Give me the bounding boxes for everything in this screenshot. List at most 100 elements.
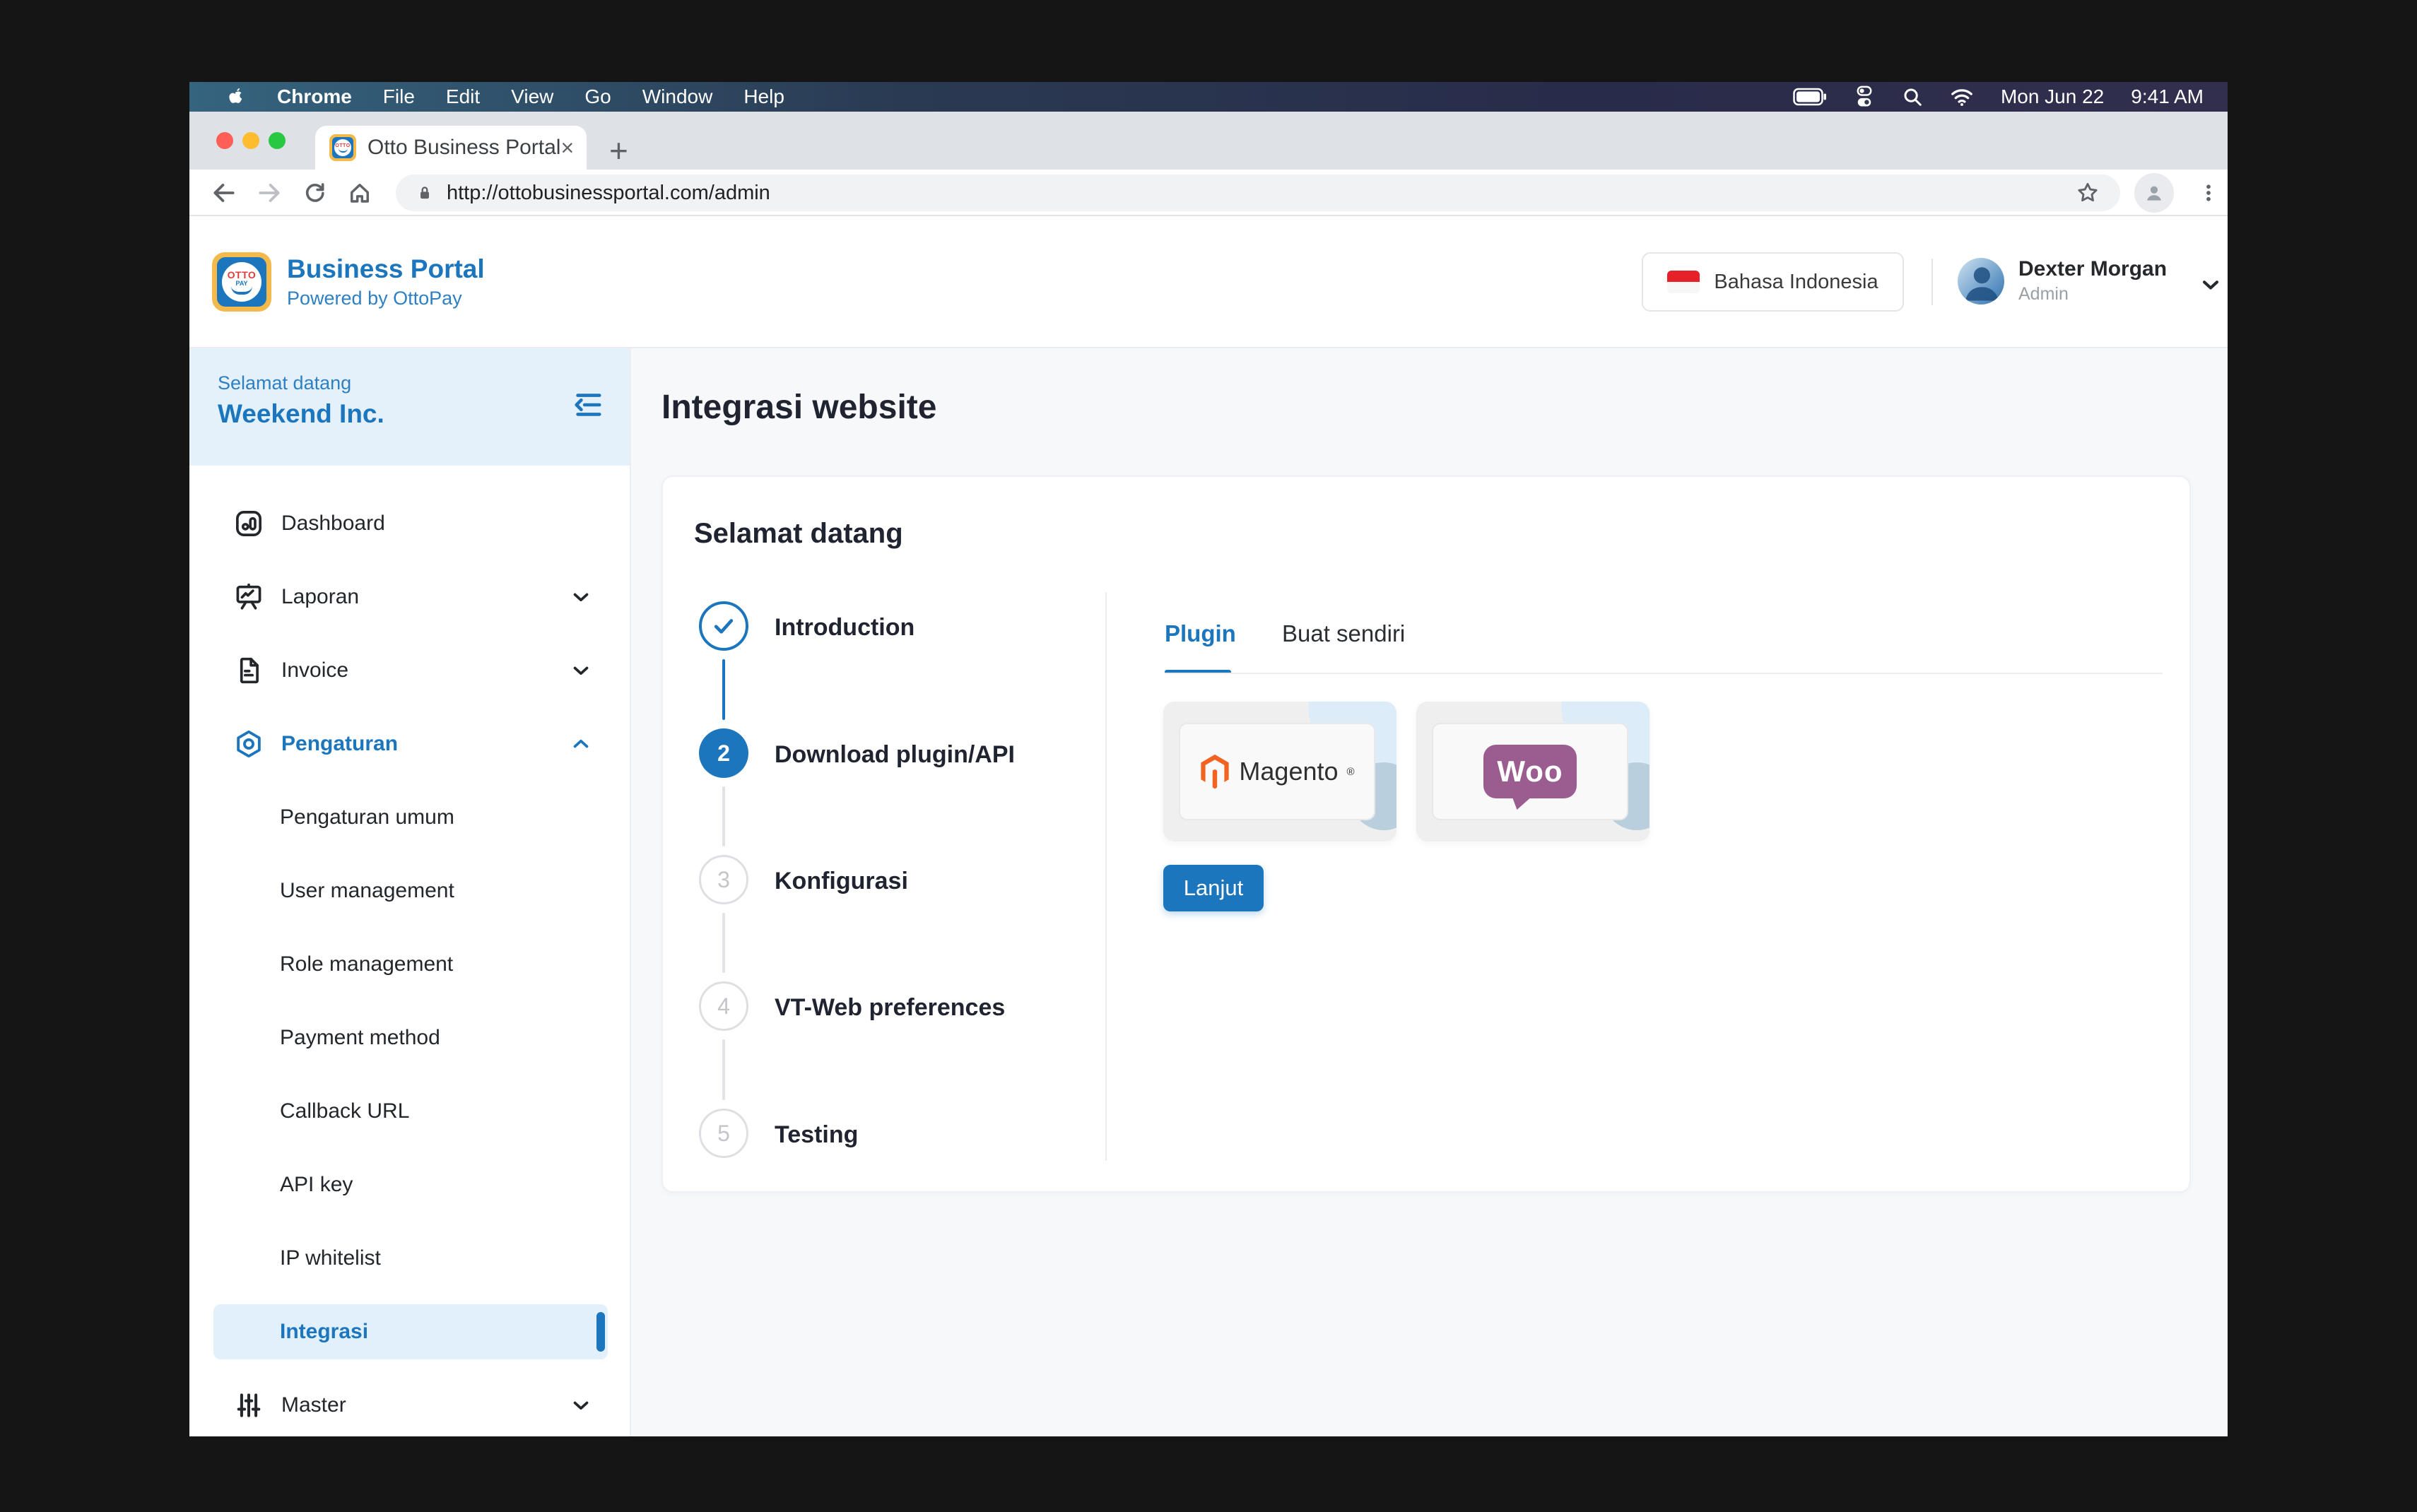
menubar-clock[interactable]: 9:41 AM [2131,85,2204,108]
menubar-date[interactable]: Mon Jun 22 [2001,85,2104,108]
browser-profile-icon[interactable] [2134,173,2174,213]
logo-smile-shape [231,286,252,295]
brand-title: Business Portal [287,254,485,284]
user-name: Dexter Morgan [2018,257,2167,281]
step-5-label[interactable]: Testing [775,1121,858,1149]
home-button[interactable] [345,178,375,208]
step-4-indicator: 4 [699,981,748,1031]
url-omnibox[interactable]: http://ottobusinessportal.com/admin [396,175,2120,211]
woo-label: Woo [1497,755,1563,789]
continue-button[interactable]: Lanjut [1163,865,1264,911]
menubar-item-help[interactable]: Help [743,85,784,108]
browser-menu-icon[interactable] [2194,178,2223,208]
chevron-down-icon [569,658,593,683]
sidebar-subitem-label: API key [280,1173,353,1197]
step-1-label[interactable]: Introduction [775,613,915,642]
sliders-icon [233,1390,264,1421]
magento-logo-icon [1199,754,1230,789]
sidebar-item-integrasi[interactable]: Integrasi [189,1295,630,1369]
sidebar-item-api-key[interactable]: API key [189,1148,630,1222]
indonesia-flag-icon [1667,271,1700,293]
ottopay-logo: OTTO PAY [212,252,271,312]
plugin-option-woocommerce[interactable]: Woo [1416,702,1649,841]
tab-close-icon[interactable]: × [560,136,574,159]
page-title: Integrasi website [661,388,936,427]
window-minimize-button[interactable] [242,132,259,149]
bookmark-star-icon[interactable] [2075,180,2100,206]
sidebar-item-invoice[interactable]: Invoice [189,634,630,707]
woo-logo-tail [1512,796,1533,810]
plugin-option-magento[interactable]: Magento® [1163,702,1396,841]
sidebar-item-payment-method[interactable]: Payment method [189,1001,630,1075]
ottopay-favicon: OTTO [329,134,356,161]
tab-buat-sendiri[interactable]: Buat sendiri [1282,620,1405,647]
step-2-indicator: 2 [699,728,748,778]
sidebar-item-label: Invoice [281,658,348,683]
toggles-icon[interactable] [1854,85,1875,108]
spotlight-search-icon[interactable] [1902,86,1923,107]
back-button[interactable] [209,178,239,208]
sidebar-subitem-label: Role management [280,952,453,976]
window-close-button[interactable] [216,132,233,149]
browser-tab[interactable]: OTTO Otto Business Portal × [315,126,587,170]
check-icon [710,612,738,640]
user-menu[interactable]: Dexter Morgan Admin [1958,257,2223,305]
sidebar-item-label: Laporan [281,585,359,609]
sidebar-item-label: Pengaturan [281,732,398,756]
language-selector-button[interactable]: Bahasa Indonesia [1642,252,1904,312]
step-4-label[interactable]: VT-Web preferences [775,993,1005,1022]
chevron-up-icon [569,732,593,756]
sidebar-item-laporan[interactable]: Laporan [189,560,630,634]
sidebar-subitem-label: Integrasi [280,1320,368,1344]
step-connector [722,1039,725,1100]
step-number: 5 [717,1121,730,1147]
welcome-label: Selamat datang [218,372,630,394]
main-content: Integrasi website Selamat datang Introdu… [631,348,2228,1436]
brand: OTTO PAY Business Portal Powered by Otto… [212,252,485,312]
active-item-indicator [596,1312,605,1352]
step-3-label[interactable]: Konfigurasi [775,867,908,895]
collapse-sidebar-button[interactable] [570,388,604,422]
step-number: 4 [717,993,730,1020]
app-header: OTTO PAY Business Portal Powered by Otto… [189,216,2228,348]
sidebar-item-role-management[interactable]: Role management [189,928,630,1001]
company-name: Weekend Inc. [218,399,630,429]
menubar-item-edit[interactable]: Edit [446,85,480,108]
menubar-item-view[interactable]: View [511,85,553,108]
sidebar-item-dashboard[interactable]: Dashboard [189,487,630,560]
step-connector [722,659,725,720]
menubar-item-file[interactable]: File [383,85,415,108]
step-number: 2 [717,740,730,767]
screen: Chrome File Edit View Go Window Help [189,82,2228,1436]
step-connector [722,786,725,846]
apple-icon[interactable] [225,86,246,107]
sidebar-item-pengaturan[interactable]: Pengaturan [189,707,630,781]
sidebar-item-pengaturan-umum[interactable]: Pengaturan umum [189,781,630,854]
dashboard-icon [233,508,264,539]
menubar-item-window[interactable]: Window [642,85,713,108]
registered-mark: ® [1347,766,1355,778]
sidebar-item-label: Master [281,1393,346,1417]
battery-icon[interactable] [1793,88,1827,106]
window-zoom-button[interactable] [269,132,286,149]
menubar-app-name[interactable]: Chrome [277,85,352,108]
wifi-icon[interactable] [1950,87,1974,107]
sidebar-item-ip-whitelist[interactable]: IP whitelist [189,1222,630,1295]
woocommerce-logo-icon: Woo [1483,745,1577,798]
new-tab-button[interactable]: + [609,131,628,170]
sidebar-item-user-management[interactable]: User management [189,854,630,928]
tab-plugin[interactable]: Plugin [1165,620,1236,647]
sidebar-item-master[interactable]: Master [189,1369,630,1436]
forward-button[interactable] [254,178,284,208]
step-5-indicator: 5 [699,1109,748,1158]
logo-text-top: OTTO [228,270,257,280]
settings-icon [233,728,264,760]
sidebar-item-callback-url[interactable]: Callback URL [189,1075,630,1148]
sidebar-subitem-label: Pengaturan umum [280,805,454,829]
reload-button[interactable] [300,178,329,208]
active-item-highlight [213,1304,608,1359]
step-3-indicator: 3 [699,855,748,904]
step-2-label[interactable]: Download plugin/API [775,740,1015,769]
menubar-item-go[interactable]: Go [584,85,611,108]
card-title: Selamat datang [694,518,903,550]
